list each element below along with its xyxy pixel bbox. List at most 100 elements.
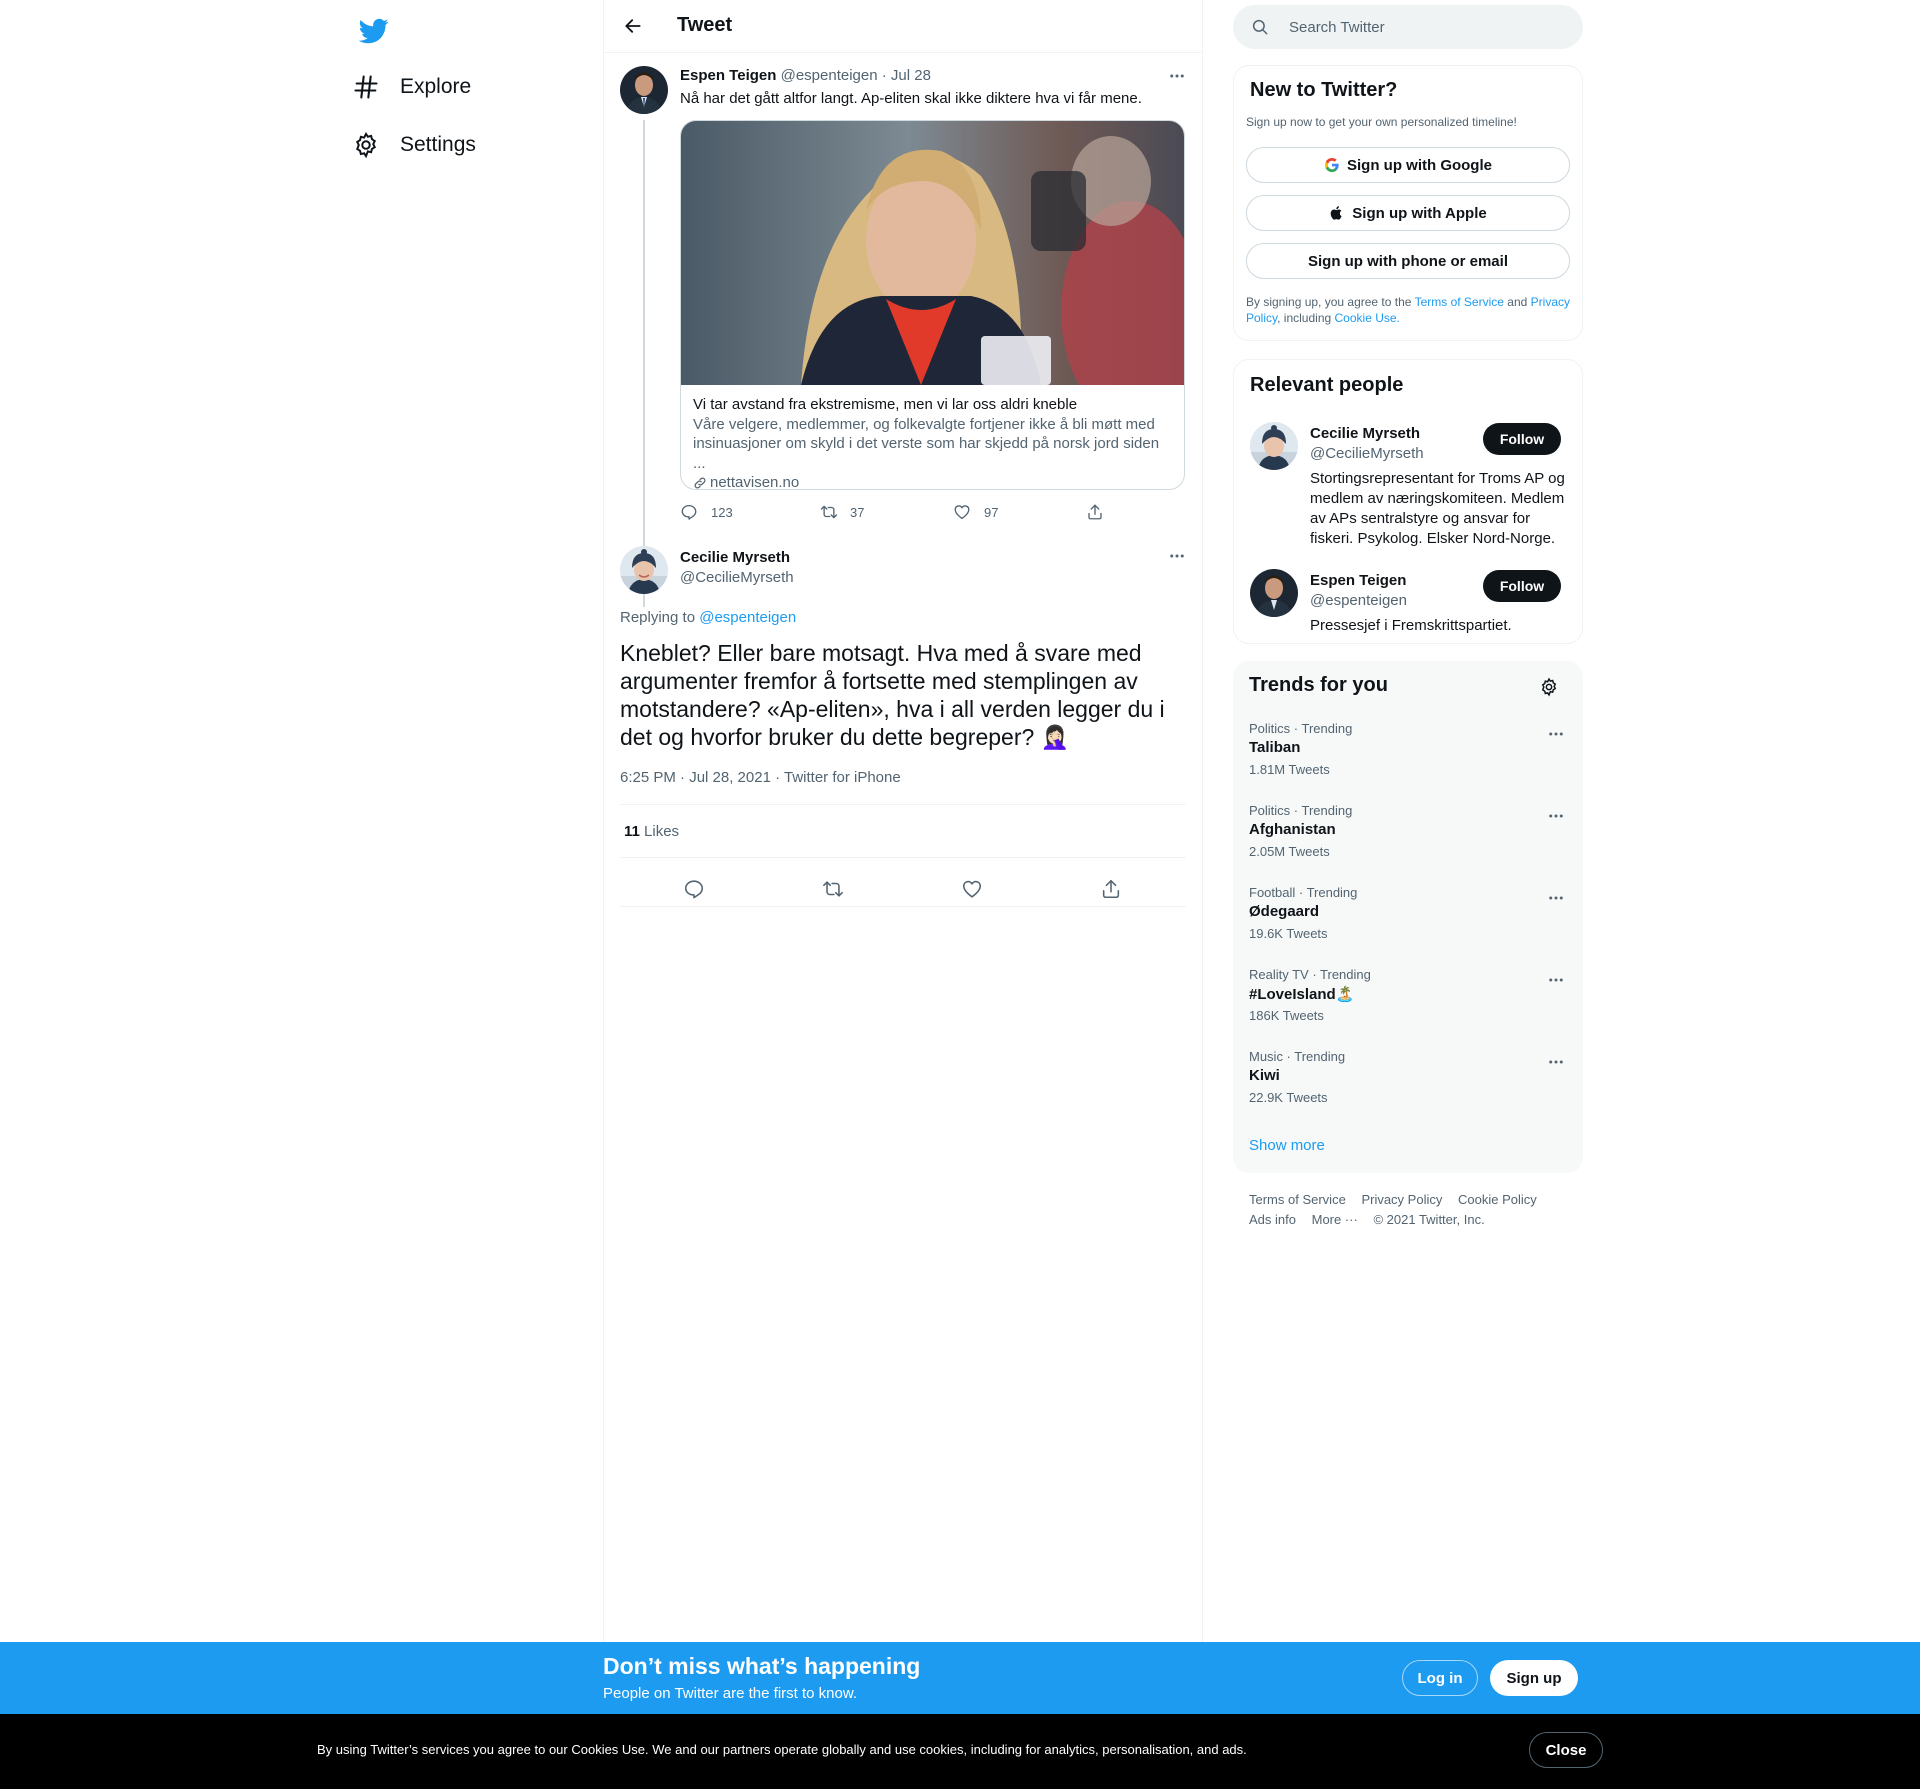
trend-more-button[interactable]: [1544, 1050, 1568, 1074]
tweet-text: Kneblet? Eller bare motsagt. Hva med å s…: [620, 640, 1165, 750]
page-header: Tweet: [604, 0, 1202, 53]
back-button[interactable]: [618, 11, 648, 41]
new-to-twitter-panel: New to Twitter? Sign up now to get your …: [1233, 65, 1583, 341]
trend-item[interactable]: Music · Trending Kiwi 22.9K Tweets: [1233, 1049, 1583, 1131]
trend-more-button[interactable]: [1544, 722, 1568, 746]
trend-item[interactable]: Politics · Trending Afghanistan 2.05M Tw…: [1233, 803, 1583, 885]
person-name[interactable]: Cecilie Myrseth: [1310, 425, 1420, 442]
nav-item-explore[interactable]: Explore: [352, 67, 471, 107]
author-name[interactable]: Espen Teigen: [680, 67, 776, 84]
retweet-icon: [821, 878, 845, 900]
reply-button[interactable]: [677, 872, 711, 906]
follow-button[interactable]: Follow: [1483, 570, 1561, 602]
trends-panel: Trends for you Politics · Trending Talib…: [1233, 661, 1583, 1173]
person-handle[interactable]: @CecilieMyrseth: [1310, 445, 1424, 462]
likes-summary[interactable]: 11 Likes: [624, 823, 679, 840]
footer-ads-link[interactable]: Ads info: [1249, 1212, 1296, 1227]
heart-icon: [961, 878, 983, 900]
reply-icon: [680, 503, 699, 522]
banner-subtitle: People on Twitter are the first to know.: [603, 1685, 858, 1702]
trend-more-button[interactable]: [1544, 968, 1568, 992]
search-input[interactable]: [1289, 13, 1569, 41]
retweet-button[interactable]: 37: [819, 503, 864, 522]
more-horizontal-icon: [1168, 67, 1186, 85]
footer-privacy-link[interactable]: Privacy Policy: [1361, 1192, 1442, 1207]
share-button[interactable]: [1086, 503, 1105, 522]
author-handle[interactable]: @CecilieMyrseth: [680, 569, 794, 586]
more-horizontal-icon: [1547, 889, 1565, 907]
retweet-count: 37: [850, 505, 865, 520]
link-preview-card[interactable]: Vi tar avstand fra ekstremisme, men vi l…: [680, 120, 1185, 490]
author-handle[interactable]: @espenteigen: [781, 67, 878, 84]
heart-icon: [953, 503, 972, 522]
avatar[interactable]: [620, 546, 668, 594]
login-button[interactable]: Log in: [1402, 1660, 1478, 1696]
main-column: Tweet Espen Teigen @espenteigen · Jul 28…: [603, 0, 1203, 1642]
person-handle[interactable]: @espenteigen: [1310, 592, 1407, 609]
avatar[interactable]: [1250, 422, 1298, 470]
nav-label-explore: Explore: [400, 75, 472, 98]
nav-item-settings[interactable]: Settings: [352, 125, 476, 165]
trend-item[interactable]: Football · Trending Ødegaard 19.6K Tweet…: [1233, 885, 1583, 967]
trend-name: Taliban: [1249, 739, 1301, 756]
like-button[interactable]: [955, 872, 989, 906]
trend-context: Football · Trending: [1249, 885, 1358, 900]
like-button[interactable]: 97: [953, 503, 998, 522]
share-button[interactable]: [1094, 872, 1128, 906]
footer-cookie-link[interactable]: Cookie Policy: [1458, 1192, 1537, 1207]
arrow-left-icon: [623, 16, 643, 36]
panel-title: Trends for you: [1249, 674, 1388, 696]
signup-apple-button[interactable]: Sign up with Apple: [1246, 195, 1570, 231]
trend-item[interactable]: Reality TV · Trending #LoveIsland🏝️ 186K…: [1233, 967, 1583, 1049]
reply-button[interactable]: 123: [680, 503, 733, 522]
more-horizontal-icon: [1547, 1053, 1565, 1071]
signup-button[interactable]: Sign up: [1490, 1660, 1578, 1696]
footer-terms-link[interactable]: Terms of Service: [1249, 1192, 1346, 1207]
banner-title: Don’t miss what’s happening: [603, 1653, 921, 1679]
gear-icon: [352, 131, 380, 159]
more-options-button[interactable]: [1165, 64, 1189, 88]
terms-of-service-link[interactable]: Terms of Service: [1415, 295, 1504, 309]
twitter-bird-icon[interactable]: [354, 11, 394, 51]
replying-to: Replying to @espenteigen: [620, 609, 796, 626]
replying-to-mention[interactable]: @espenteigen: [699, 609, 796, 626]
signup-apple-label: Sign up with Apple: [1352, 204, 1487, 222]
person-name[interactable]: Espen Teigen: [1310, 572, 1406, 589]
trend-more-button[interactable]: [1544, 886, 1568, 910]
follow-button[interactable]: Follow: [1483, 423, 1561, 455]
signup-phone-email-button[interactable]: Sign up with phone or email: [1246, 243, 1570, 279]
avatar[interactable]: [1250, 569, 1298, 617]
cookie-text: By using Twitter’s services you agree to…: [317, 1742, 1247, 1757]
footer-more-link[interactable]: More ···: [1312, 1212, 1358, 1227]
tweet-date[interactable]: · Jul 28: [882, 67, 931, 84]
author-name[interactable]: Cecilie Myrseth: [680, 549, 790, 566]
avatar[interactable]: [620, 66, 668, 114]
panel-subtitle: Sign up now to get your own personalized…: [1246, 115, 1517, 129]
retweet-button[interactable]: [816, 872, 850, 906]
cookie-use-link[interactable]: Cookie Use.: [1335, 311, 1400, 325]
cookie-banner: By using Twitter’s services you agree to…: [0, 1714, 1920, 1789]
tweet-header: Espen Teigen @espenteigen · Jul 28: [680, 67, 931, 84]
card-domain: nettavisen.no: [693, 473, 1173, 489]
search-box[interactable]: [1233, 5, 1583, 49]
tweet-timestamp[interactable]: 6:25 PM · Jul 28, 2021 · Twitter for iPh…: [620, 769, 901, 786]
signup-google-button[interactable]: Sign up with Google: [1246, 147, 1570, 183]
nav-label-settings: Settings: [400, 133, 476, 156]
trend-name: Afghanistan: [1249, 821, 1336, 838]
show-more-link[interactable]: Show more: [1249, 1137, 1325, 1154]
more-horizontal-icon: [1547, 971, 1565, 989]
panel-title: Relevant people: [1250, 374, 1404, 396]
like-count: 97: [984, 505, 999, 520]
trend-more-button[interactable]: [1544, 804, 1568, 828]
panel-title: New to Twitter?: [1250, 79, 1398, 101]
terms-text-part: By signing up, you agree to the: [1246, 295, 1412, 309]
trends-settings-button[interactable]: [1536, 674, 1562, 700]
trend-item[interactable]: Politics · Trending Taliban 1.81M Tweets: [1233, 721, 1583, 803]
close-button[interactable]: Close: [1529, 1732, 1603, 1768]
parent-tweet[interactable]: Espen Teigen @espenteigen · Jul 28 Nå ha…: [604, 54, 1202, 607]
more-options-button[interactable]: [1165, 544, 1189, 568]
tweet-text: Nå har det gått altfor langt. Ap-eliten …: [680, 90, 1142, 107]
divider: [620, 804, 1186, 805]
trend-context: Reality TV · Trending: [1249, 967, 1371, 982]
search-icon: [1251, 18, 1269, 36]
